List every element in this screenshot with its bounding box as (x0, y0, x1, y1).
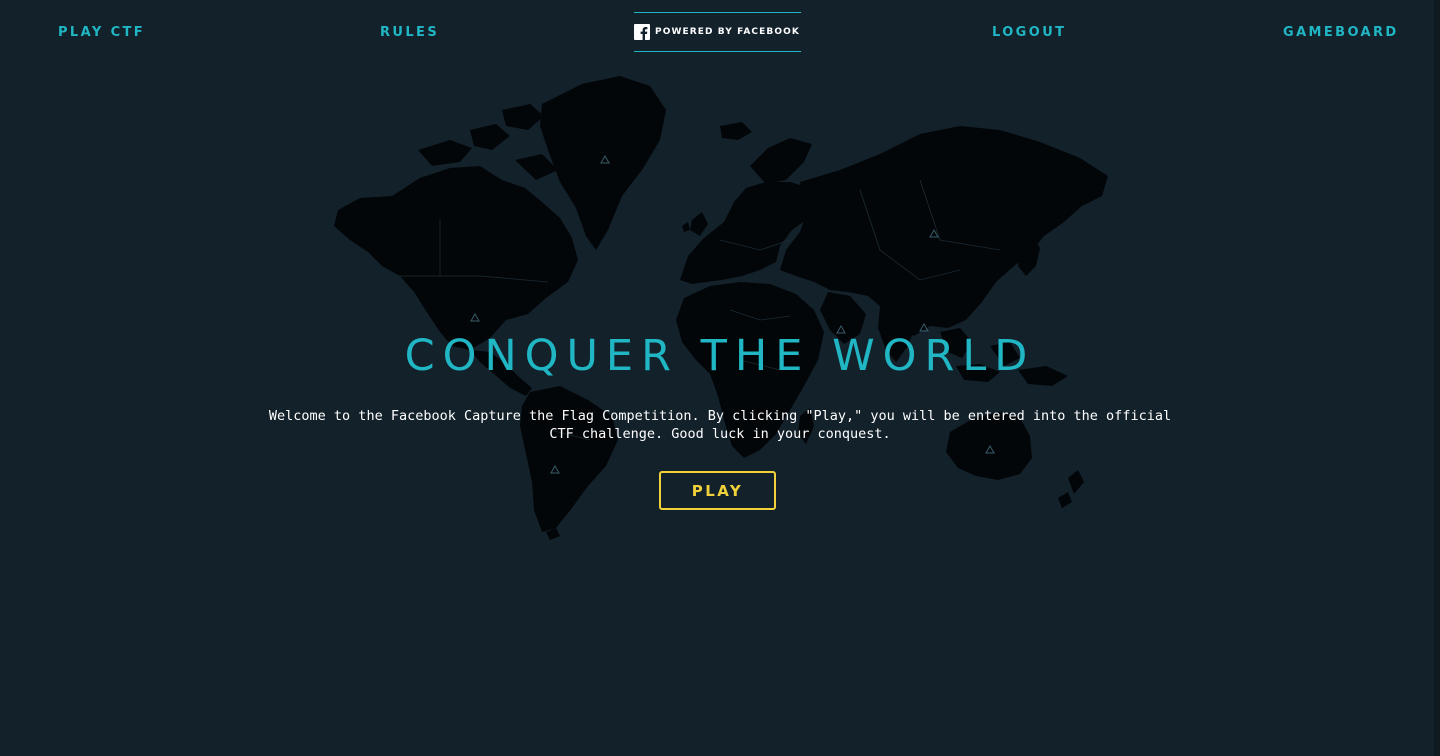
page-title: CONQUER THE WORLD (404, 331, 1036, 381)
play-button[interactable]: PLAY (659, 471, 776, 510)
window-edge (1434, 0, 1440, 756)
nav-gameboard[interactable]: GAMEBOARD (1283, 26, 1399, 40)
world-map-icon (334, 76, 1108, 540)
nav-rules[interactable]: RULES (380, 26, 439, 40)
powered-by-facebook[interactable]: POWERED BY FACEBOOK (634, 12, 801, 52)
nav-play-ctf[interactable]: PLAY CTF (58, 26, 145, 40)
powered-by-label: POWERED BY FACEBOOK (655, 27, 800, 37)
facebook-icon (634, 24, 650, 40)
nav-logout[interactable]: LOGOUT (992, 26, 1066, 40)
welcome-message: Welcome to the Facebook Capture the Flag… (268, 408, 1172, 442)
